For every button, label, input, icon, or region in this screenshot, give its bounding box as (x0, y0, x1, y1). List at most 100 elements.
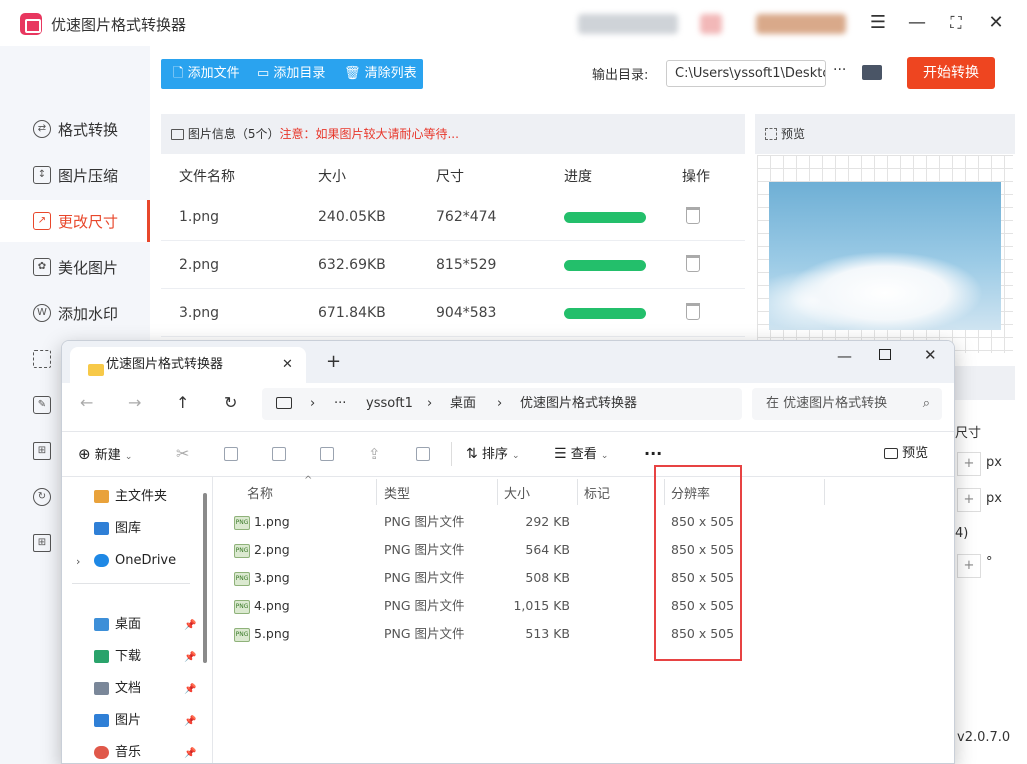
refresh-icon[interactable]: ↻ (224, 393, 237, 412)
file-size: 564 KB (525, 542, 570, 557)
pictures-icon (94, 714, 109, 727)
file-dim: 904*583 (436, 305, 497, 321)
table-row[interactable]: 1.png 240.05KB 762*474 (161, 193, 745, 241)
view-button[interactable]: ☰ 查看 ⌄ (554, 432, 608, 478)
file-toolbar: 🗋 添加文件 ▭ 添加目录 🗑 清除列表 (161, 59, 423, 89)
file-size: 1,015 KB (513, 598, 570, 613)
folder-icon[interactable] (862, 65, 882, 80)
minimize-button[interactable]: — (903, 10, 931, 36)
explorer-maximize[interactable] (879, 349, 891, 360)
nav-item-compress[interactable]: ↕ 图片压缩 (0, 154, 150, 196)
col-type[interactable]: 类型 (384, 483, 410, 502)
explorer-close[interactable]: ✕ (924, 346, 937, 364)
sidebar-item-music[interactable]: 音乐 (94, 743, 141, 763)
expand-icon[interactable]: › (76, 555, 80, 568)
col-name[interactable]: 名称 (247, 483, 273, 502)
share-icon[interactable]: ⇪ (368, 432, 381, 476)
sidebar-scrollbar[interactable] (203, 493, 207, 663)
sidebar-item-pictures[interactable]: 图片 (94, 711, 141, 731)
breadcrumb[interactable]: › ··· yssoft1 › 桌面 › 优速图片格式转换器 (262, 388, 742, 420)
table-row[interactable]: 2.png 632.69KB 815*529 (161, 241, 745, 289)
start-convert-button[interactable]: 开始转换 (907, 57, 995, 89)
nav-item-resize[interactable]: ↗ 更改尺寸 (0, 200, 150, 242)
sidebar-item-onedrive[interactable]: OneDrive (94, 551, 176, 571)
music-icon (94, 746, 109, 759)
sidebar-label: 桌面 (115, 617, 142, 632)
breadcrumb-user[interactable]: yssoft1 (366, 388, 413, 420)
explorer-minimize[interactable]: — (837, 347, 852, 365)
sort-button[interactable]: ⇅ 排序 ⌄ (466, 432, 520, 478)
new-button[interactable]: ⊕ 新建 ⌄ (78, 432, 132, 479)
up-icon[interactable]: ↑ (176, 393, 189, 412)
more-button[interactable]: ··· (833, 62, 846, 78)
pin-icon[interactable]: 📌 (184, 684, 196, 695)
png-file-icon: PNG (234, 627, 250, 642)
back-icon[interactable]: ← (80, 393, 93, 412)
app-version: v2.0.7.0 (957, 730, 1011, 745)
sidebar-label: 图片 (115, 713, 142, 728)
nav-item-beautify[interactable]: ✿ 美化图片 (0, 246, 150, 288)
file-size: 508 KB (525, 570, 570, 585)
table-row[interactable]: 3.png 671.84KB 904*583 (161, 289, 745, 337)
angle-plus-button[interactable]: + (957, 554, 981, 578)
nav-item-format[interactable]: ⇄ 格式转换 (0, 108, 150, 150)
col-sep (577, 479, 578, 505)
forward-icon[interactable]: → (128, 393, 141, 412)
sidebar-label: 下载 (115, 649, 142, 664)
info-count: 图片信息（5个） (187, 127, 280, 141)
image-icon (171, 129, 184, 140)
maximize-button[interactable]: ⛶ (942, 10, 970, 36)
close-button[interactable]: ✕ (982, 10, 1010, 36)
sidebar-label: 文档 (115, 681, 142, 696)
delete-icon[interactable] (686, 255, 700, 272)
cut-icon[interactable]: ✂ (176, 432, 189, 476)
sidebar-item-home[interactable]: 主文件夹 (94, 487, 167, 507)
col-sep (376, 479, 377, 505)
crop-icon (33, 350, 51, 368)
sidebar-label: 图库 (115, 521, 142, 536)
add-dir-label: 添加目录 (273, 66, 326, 81)
file-type: PNG 图片文件 (384, 542, 465, 557)
search-input[interactable]: 在 优速图片格式转换 ⌕ (752, 388, 942, 420)
file-name: 1.png (179, 209, 220, 225)
convert-icon: ⇄ (33, 120, 51, 138)
col-tag[interactable]: 标记 (584, 483, 610, 502)
delete-icon[interactable] (416, 432, 430, 476)
preview-image (769, 182, 1001, 330)
menu-icon[interactable]: ☰ (864, 10, 892, 36)
sidebar-item-downloads[interactable]: 下载 (94, 647, 141, 667)
rename-icon[interactable] (320, 432, 334, 476)
breadcrumb-desktop[interactable]: 桌面 (450, 388, 476, 420)
watermark-icon: W (33, 304, 51, 322)
output-dir-input[interactable]: C:\Users\yssoft1\Deskto (666, 60, 826, 87)
add-dir-button[interactable]: ▭ 添加目录 (257, 59, 325, 89)
add-file-button[interactable]: 🗋 添加文件 (173, 59, 240, 89)
sidebar-item-desktop[interactable]: 桌面 (94, 615, 141, 635)
delete-icon[interactable] (686, 303, 700, 320)
sidebar-item-gallery[interactable]: 图库 (94, 519, 141, 539)
new-tab-button[interactable]: + (326, 351, 341, 372)
nav-item-watermark[interactable]: W 添加水印 (0, 292, 150, 334)
breadcrumb-folder[interactable]: 优速图片格式转换器 (520, 388, 637, 420)
output-dir-label: 输出目录: (592, 68, 649, 83)
clear-list-button[interactable]: 🗑 清除列表 (344, 59, 417, 89)
delete-icon[interactable] (686, 207, 700, 224)
copy-icon[interactable] (224, 432, 238, 476)
paste-icon[interactable] (272, 432, 286, 476)
pin-icon[interactable]: 📌 (184, 748, 196, 759)
col-size[interactable]: 大小 (504, 483, 530, 502)
tab-close-icon[interactable]: ✕ (282, 347, 293, 383)
height-plus-button[interactable]: + (957, 488, 981, 512)
size-label: 尺寸 (955, 426, 982, 441)
pin-icon[interactable]: 📌 (184, 652, 196, 663)
pin-icon[interactable]: 📌 (184, 716, 196, 727)
file-name: 5.png (254, 626, 290, 641)
col-sep (497, 479, 498, 505)
explorer-tab[interactable]: 优速图片格式转换器 ✕ (70, 347, 306, 383)
width-unit: px (986, 455, 1002, 470)
preview-pane-button[interactable]: 预览 (884, 432, 928, 476)
breadcrumb-ellipsis[interactable]: ··· (334, 388, 346, 420)
width-plus-button[interactable]: + (957, 452, 981, 476)
pin-icon[interactable]: 📌 (184, 620, 196, 631)
sidebar-item-documents[interactable]: 文档 (94, 679, 141, 699)
